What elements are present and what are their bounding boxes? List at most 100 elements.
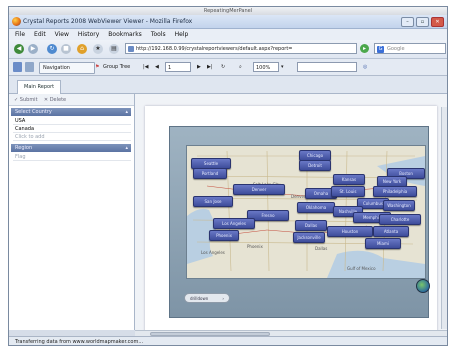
menu-view[interactable]: View xyxy=(55,31,69,38)
map-marker[interactable]: Houston xyxy=(327,226,373,237)
map-marker[interactable]: San Jose xyxy=(193,196,233,207)
add-value-hint[interactable]: Click to add xyxy=(13,133,131,141)
menu-bar: File Edit View History Bookmarks Tools H… xyxy=(9,29,447,40)
menu-help[interactable]: Help xyxy=(175,31,189,38)
first-page-icon[interactable]: |◀ xyxy=(143,62,149,72)
go-icon[interactable]: ▸ xyxy=(360,44,369,53)
navigation-toolbar: ◀ ▶ ↻ ■ ⌂ ★ ▤ http://192.168.0.99/crysta… xyxy=(9,40,447,59)
map-place-label: Phoenix xyxy=(247,244,263,249)
parameter-panel: ✓ Submit ✕ Delete Select Country ▴ USA C… xyxy=(9,94,135,330)
print-icon[interactable] xyxy=(25,62,34,72)
list-item[interactable]: Canada xyxy=(13,125,131,133)
zoom-dropdown-icon[interactable]: ▾ xyxy=(281,62,284,72)
map-marker[interactable]: Denver xyxy=(233,184,285,195)
zoom-select[interactable]: 100% xyxy=(253,62,279,72)
group-tree-icon[interactable]: ⚑ xyxy=(95,62,99,72)
maximize-button[interactable]: ▫ xyxy=(416,17,429,27)
report-page: Salt Lake City Denver Los Angeles Phoeni… xyxy=(145,106,437,332)
map-marker[interactable]: Oklahoma xyxy=(297,202,335,213)
search-input[interactable]: G Google xyxy=(374,43,446,54)
submit-icon[interactable]: ✓ xyxy=(14,97,18,103)
bookmark-icon[interactable]: ★ xyxy=(93,44,103,54)
page-number-value: 1 xyxy=(168,65,172,71)
browser-title-bar: Crystal Reports 2008 WebViewer Viewer - … xyxy=(9,15,447,29)
refresh-icon[interactable]: ↻ xyxy=(221,62,225,72)
stop-icon[interactable]: ■ xyxy=(61,44,71,54)
previous-page-icon[interactable]: ◀ xyxy=(155,62,159,72)
navigation-label: Navigation xyxy=(43,65,70,71)
binoculars-icon[interactable]: ◎ xyxy=(363,62,367,72)
map-marker[interactable]: Atlanta xyxy=(373,226,409,237)
report-canvas: Salt Lake City Denver Los Angeles Phoeni… xyxy=(135,94,447,332)
firefox-logo-icon xyxy=(12,17,21,26)
globe-icon xyxy=(416,279,430,293)
search-icon[interactable]: ⌕ xyxy=(239,62,242,72)
tab-main-report[interactable]: Main Report xyxy=(17,80,62,94)
status-text: Transferring data from www.worldmapmaker… xyxy=(15,339,144,345)
page-icon[interactable]: ▤ xyxy=(109,44,119,54)
site-favicon-icon xyxy=(128,46,134,52)
list-item[interactable]: USA xyxy=(13,117,131,125)
us-map[interactable]: Salt Lake City Denver Los Angeles Phoeni… xyxy=(186,145,426,279)
navigation-button[interactable]: Navigation xyxy=(39,62,95,74)
report-tab-row: Main Report xyxy=(9,76,447,94)
page-number-input[interactable]: 1 xyxy=(165,62,191,72)
address-text: http://192.168.0.99/crystalreportviewers… xyxy=(136,46,293,52)
find-text-input[interactable] xyxy=(297,62,357,72)
zoom-value: 100% xyxy=(256,65,271,71)
tab-main-report-label: Main Report xyxy=(24,84,55,90)
window-controls: – ▫ ✕ xyxy=(401,17,444,27)
group-tree-label[interactable]: Group Tree xyxy=(103,62,130,72)
close-button[interactable]: ✕ xyxy=(431,17,444,27)
map-marker[interactable]: Detroit xyxy=(299,160,331,171)
google-icon: G xyxy=(377,46,384,53)
collapse-icon[interactable]: ▴ xyxy=(125,144,128,152)
map-marker[interactable]: St. Louis xyxy=(331,186,365,197)
forward-icon[interactable]: ▶ xyxy=(28,44,38,54)
os-title: RepeatingMerPanel xyxy=(203,8,253,14)
collapse-icon[interactable]: ▴ xyxy=(125,108,128,116)
region-value-hint[interactable]: Flag xyxy=(13,153,131,161)
map-marker[interactable]: Portland xyxy=(193,168,227,179)
menu-tools[interactable]: Tools xyxy=(151,31,166,38)
submit-button[interactable]: Submit xyxy=(20,97,38,103)
map-marker[interactable]: Jacksonville xyxy=(293,232,325,243)
delete-button[interactable]: Delete xyxy=(50,97,66,103)
back-icon[interactable]: ◀ xyxy=(14,44,24,54)
menu-edit[interactable]: Edit xyxy=(34,31,46,38)
export-icon[interactable] xyxy=(13,62,22,72)
map-place-label: Gulf of Mexico xyxy=(347,266,376,271)
menu-history[interactable]: History xyxy=(78,31,99,38)
chevron-right-icon: › xyxy=(222,296,224,301)
delete-icon[interactable]: ✕ xyxy=(44,97,48,103)
map-place-label: Denver xyxy=(291,194,306,199)
menu-bookmarks[interactable]: Bookmarks xyxy=(108,31,142,38)
address-bar[interactable]: http://192.168.0.99/crystalreportviewers… xyxy=(125,43,357,54)
map-place-label: Los Angeles xyxy=(201,250,225,255)
map-marker[interactable]: Dallas xyxy=(295,220,327,231)
browser-title: Crystal Reports 2008 WebViewer Viewer - … xyxy=(23,18,193,25)
viewer-toolbar: Navigation ⚑ Group Tree |◀ ◀ 1 ▶ ▶| ↻ ⌕ … xyxy=(9,59,447,76)
map-marker[interactable]: Kansas xyxy=(333,174,365,185)
vertical-scrollbar[interactable] xyxy=(441,107,447,329)
last-page-icon[interactable]: ▶| xyxy=(207,62,213,72)
reload-icon[interactable]: ↻ xyxy=(47,44,57,54)
map-marker[interactable]: Miami xyxy=(365,238,401,249)
section-region[interactable]: Region ▴ xyxy=(11,144,131,152)
map-marker[interactable]: Phoenix xyxy=(209,230,239,241)
home-icon[interactable]: ⌂ xyxy=(77,44,87,54)
menu-file[interactable]: File xyxy=(15,31,25,38)
section-select-country[interactable]: Select Country ▴ xyxy=(11,108,131,116)
map-marker[interactable]: Charlotte xyxy=(379,214,421,225)
map-marker[interactable]: Washington xyxy=(383,200,415,211)
next-page-icon[interactable]: ▶ xyxy=(197,62,201,72)
minimize-button[interactable]: – xyxy=(401,17,414,27)
status-bar: Transferring data from www.worldmapmaker… xyxy=(9,336,447,345)
search-placeholder: Google xyxy=(387,46,405,52)
map-marker[interactable]: Los Angeles xyxy=(213,218,255,229)
map-marker[interactable]: Philadelphia xyxy=(373,186,417,197)
browser-window: RepeatingMerPanel Crystal Reports 2008 W… xyxy=(8,6,448,346)
section-select-country-title: Select Country xyxy=(15,109,52,115)
map-drilldown-control[interactable]: drilldown › xyxy=(184,293,230,303)
map-drilldown-label: drilldown xyxy=(190,296,209,301)
